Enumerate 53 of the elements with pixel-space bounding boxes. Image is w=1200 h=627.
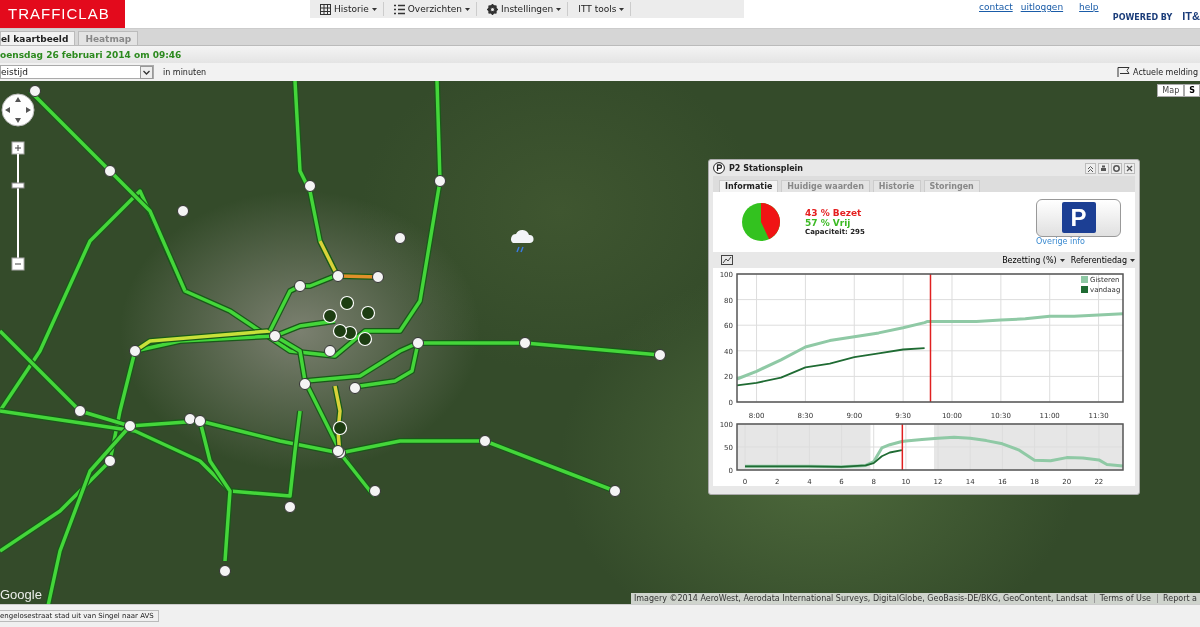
caret-icon: [556, 7, 562, 11]
map-type-button[interactable]: Map: [1157, 84, 1185, 97]
pan-control-icon[interactable]: [1, 93, 35, 127]
zoom-slider-icon[interactable]: [11, 141, 25, 271]
caret-icon: [465, 7, 471, 11]
select-field[interactable]: eistijd: [0, 65, 154, 79]
menu-item[interactable]: Instellingen: [481, 2, 569, 16]
dropdown-button[interactable]: Bezetting (%): [1002, 255, 1065, 265]
parking-sign-button[interactable]: P: [1036, 198, 1121, 237]
attribution-text: Imagery ©2014 AeroWest, Aerodata International Surveys, DigitalGlobe, GeoBasis-DE/BKG, GeoContent, Landsat: [633, 594, 1088, 603]
menu-item[interactable]: ITT tools: [572, 2, 632, 16]
caret-icon: [371, 7, 377, 11]
list-icon: [393, 3, 405, 15]
close-icon[interactable]: [1124, 162, 1135, 174]
notifications-link[interactable]: Actuele melding: [1117, 67, 1198, 77]
settings-icon[interactable]: [1111, 162, 1122, 174]
legend-swatch: [1081, 276, 1088, 283]
print-icon[interactable]: [1098, 162, 1109, 174]
flag-icon: [1117, 67, 1131, 77]
header-link[interactable]: contact: [979, 2, 1013, 12]
report-link[interactable]: Report a: [1157, 594, 1197, 603]
partner-logo: IT&: [1182, 10, 1200, 22]
dropdown-button[interactable]: Referentiedag: [1070, 255, 1135, 265]
caret-icon: [619, 7, 625, 11]
powered-by-label: POWERED BY: [1112, 13, 1173, 22]
chart-icon[interactable]: [721, 255, 733, 265]
menu-item[interactable]: Overzichten: [387, 2, 478, 16]
caret-icon: [1130, 258, 1135, 262]
current-time-line: [901, 423, 904, 471]
google-logo: Google: [0, 587, 42, 602]
header-link[interactable]: uitloggen: [1020, 2, 1064, 12]
occupancy-pie-chart: [741, 202, 781, 242]
header-link[interactable]: help: [1079, 2, 1099, 12]
occupied-text: 43 % Bezet: [805, 208, 863, 218]
collapse-icon[interactable]: [1085, 162, 1096, 174]
settings-icon: [487, 3, 499, 15]
rain-cloud-icon: [508, 229, 536, 253]
menu-item[interactable]: Historie: [314, 2, 384, 16]
free-text: 57 % Vrij: [805, 218, 851, 228]
info-tab[interactable]: Informatie: [719, 180, 779, 192]
parking-icon: [713, 162, 725, 174]
unit-label: in minuten: [163, 67, 207, 77]
more-info-link[interactable]: Overige info: [1036, 236, 1085, 246]
map-type-button[interactable]: S: [1184, 84, 1200, 97]
date-text: oensdag 26 februari 2014 om 09:46: [0, 49, 182, 60]
window-title: P2 Stationsplein: [729, 163, 804, 173]
trafficlab-logo: TRAFFICLAB: [0, 0, 125, 28]
grid-icon: [320, 3, 331, 15]
dropdown-caret-icon[interactable]: [140, 65, 153, 79]
view-tab[interactable]: el kaartbeeld: [0, 31, 76, 45]
legend-swatch: [1081, 286, 1088, 293]
caret-icon: [1059, 258, 1065, 262]
terms-link[interactable]: Terms of Use: [1093, 594, 1152, 603]
